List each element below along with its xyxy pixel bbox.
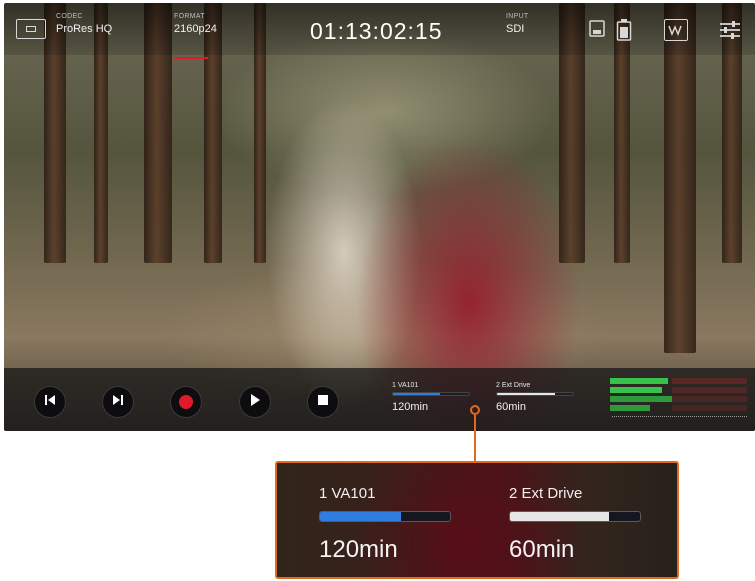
audio-meter-scale — [612, 416, 747, 418]
skip-back-button[interactable] — [34, 386, 66, 418]
media-slot-icon[interactable] — [588, 20, 606, 40]
callout-slot-1-label: 1 VA101 — [319, 485, 376, 502]
skip-forward-button[interactable] — [102, 386, 134, 418]
audio-meter-bar — [610, 396, 672, 402]
format-readout[interactable]: FORMAT 2160p24 — [174, 13, 217, 35]
monitor-icon[interactable] — [16, 19, 46, 39]
audio-meter-bar — [610, 387, 662, 393]
figure: CODEC ProRes HQ FORMAT 2160p24 01:13:02:… — [0, 0, 755, 581]
record-indicator — [174, 57, 208, 59]
callout-anchor — [470, 405, 480, 415]
callout-slot-1-bar — [319, 511, 451, 522]
media-slot-2-remaining: 60min — [496, 401, 526, 413]
callout-slot-2-remaining: 60min — [509, 536, 575, 563]
callout-slot-2-label: 2 Ext Drive — [509, 485, 583, 502]
codec-value: ProRes HQ — [56, 23, 113, 35]
audio-meter-range — [672, 396, 747, 402]
record-icon — [179, 395, 193, 409]
input-readout[interactable]: INPUT SDI — [506, 13, 529, 35]
input-caption: INPUT — [506, 13, 529, 20]
waveform-icon[interactable] — [664, 19, 688, 41]
audio-meters[interactable] — [604, 374, 751, 424]
codec-caption: CODEC — [56, 13, 83, 20]
media-slot-2[interactable]: 2 Ext Drive 60min — [496, 382, 574, 413]
media-callout: 1 VA101 120min 2 Ext Drive 60min — [275, 461, 679, 579]
audio-meter-bar — [610, 378, 668, 384]
audio-meter-range — [672, 378, 747, 384]
monitor-screen: CODEC ProRes HQ FORMAT 2160p24 01:13:02:… — [4, 3, 755, 431]
media-slot-2-label: 2 Ext Drive — [496, 382, 531, 389]
audio-meter-range — [672, 387, 747, 393]
background-tree — [664, 3, 696, 353]
top-status-bar: CODEC ProRes HQ FORMAT 2160p24 01:13:02:… — [4, 3, 755, 55]
media-slot-1-bar — [392, 392, 470, 396]
play-button[interactable] — [239, 386, 271, 418]
timecode-display: 01:13:02:15 — [310, 18, 443, 44]
play-icon — [248, 393, 262, 412]
settings-sliders-icon[interactable] — [718, 19, 742, 41]
callout-slot-2: 2 Ext Drive 60min — [509, 485, 641, 564]
callout-slot-1-remaining: 120min — [319, 536, 398, 563]
callout-slot-1-fill — [320, 512, 401, 521]
callout-slot-2-fill — [510, 512, 609, 521]
input-value: SDI — [506, 23, 525, 35]
callout-leader-line — [474, 415, 476, 462]
audio-meter-range — [672, 405, 747, 411]
battery-icon[interactable] — [616, 18, 632, 42]
format-value: 2160p24 — [174, 23, 217, 35]
media-slot-1-label: 1 VA101 — [392, 382, 419, 389]
record-button[interactable] — [170, 386, 202, 418]
callout-slot-1: 1 VA101 120min — [319, 485, 451, 564]
media-slot-2-bar — [496, 392, 574, 396]
callout-slot-2-bar — [509, 511, 641, 522]
codec-readout[interactable]: CODEC ProRes HQ — [56, 13, 112, 35]
skip-back-icon — [43, 393, 57, 412]
audio-meter-bar — [610, 405, 650, 411]
stop-button[interactable] — [307, 386, 339, 418]
media-slot-2-fill — [497, 393, 555, 395]
stop-icon — [317, 393, 329, 411]
media-slot-1[interactable]: 1 VA101 120min — [392, 382, 470, 413]
media-slot-1-fill — [393, 393, 441, 395]
format-caption: FORMAT — [174, 13, 205, 20]
media-slot-1-remaining: 120min — [392, 401, 429, 413]
skip-forward-icon — [111, 393, 125, 412]
